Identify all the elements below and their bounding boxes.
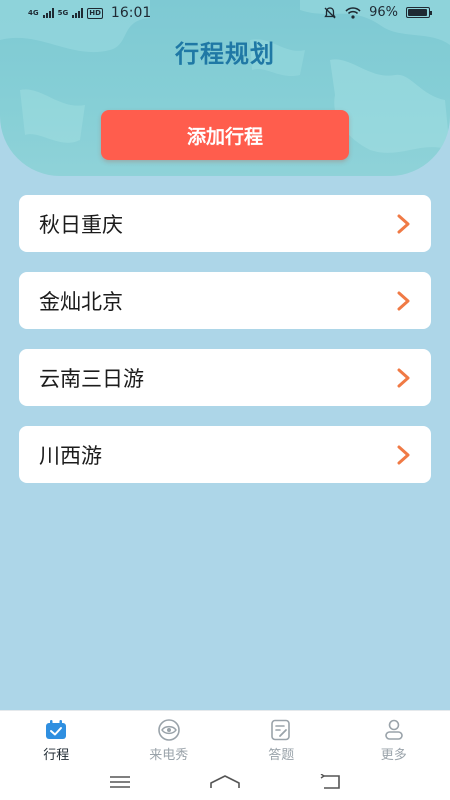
clock: 16:01 <box>110 5 152 21</box>
system-nav-bar <box>0 764 450 800</box>
trip-label: 云南三日游 <box>39 366 144 391</box>
calendar-icon <box>46 720 67 739</box>
back-icon[interactable] <box>319 774 341 790</box>
wifi-icon <box>345 6 361 19</box>
battery-level <box>408 9 428 16</box>
tab-label: 行程 <box>43 748 70 763</box>
bottom-tab-bar: 行程 来电秀 答题 更多 <box>0 710 450 764</box>
user-icon <box>384 719 403 740</box>
mute-icon <box>324 6 336 18</box>
add-trip-button[interactable]: 添加行程 <box>101 110 349 160</box>
tab-label: 更多 <box>380 748 407 763</box>
battery-icon <box>406 7 432 18</box>
network-type-1: 4G <box>28 8 39 17</box>
trip-label: 金灿北京 <box>39 289 123 314</box>
chevron-right-icon <box>397 445 410 464</box>
menu-icon[interactable] <box>109 775 131 789</box>
trip-item-chuanxi[interactable]: 川西游 <box>19 426 431 483</box>
tab-more[interactable]: 更多 <box>338 711 450 764</box>
home-icon[interactable] <box>209 774 241 790</box>
tab-caller-show[interactable]: 来电秀 <box>113 711 226 764</box>
chevron-right-icon <box>397 368 410 387</box>
trip-item-yunnan[interactable]: 云南三日游 <box>19 349 431 406</box>
trip-item-chongqing[interactable]: 秋日重庆 <box>19 195 431 252</box>
trip-list: 秋日重庆 金灿北京 云南三日游 川西游 <box>19 195 431 503</box>
page-title: 行程规划 <box>175 40 275 68</box>
chevron-right-icon <box>397 291 410 310</box>
tab-itinerary[interactable]: 行程 <box>0 711 113 764</box>
trip-item-beijing[interactable]: 金灿北京 <box>19 272 431 329</box>
chevron-right-icon <box>397 214 410 233</box>
trip-label: 川西游 <box>39 443 102 468</box>
status-bar: 4G 5G HD 16:01 96% <box>0 0 450 28</box>
hd-badge: HD <box>87 7 103 19</box>
tab-quiz[interactable]: 答题 <box>225 711 338 764</box>
quiz-icon <box>271 719 291 741</box>
battery-percent: 96% <box>369 5 398 20</box>
trip-label: 秋日重庆 <box>39 212 123 237</box>
network-type-2: 5G <box>57 8 69 17</box>
tab-label: 答题 <box>268 748 295 763</box>
signal-icon <box>42 8 54 18</box>
tab-label: 来电秀 <box>149 748 189 763</box>
signal-icon-2 <box>72 8 84 18</box>
eye-icon <box>157 719 180 741</box>
